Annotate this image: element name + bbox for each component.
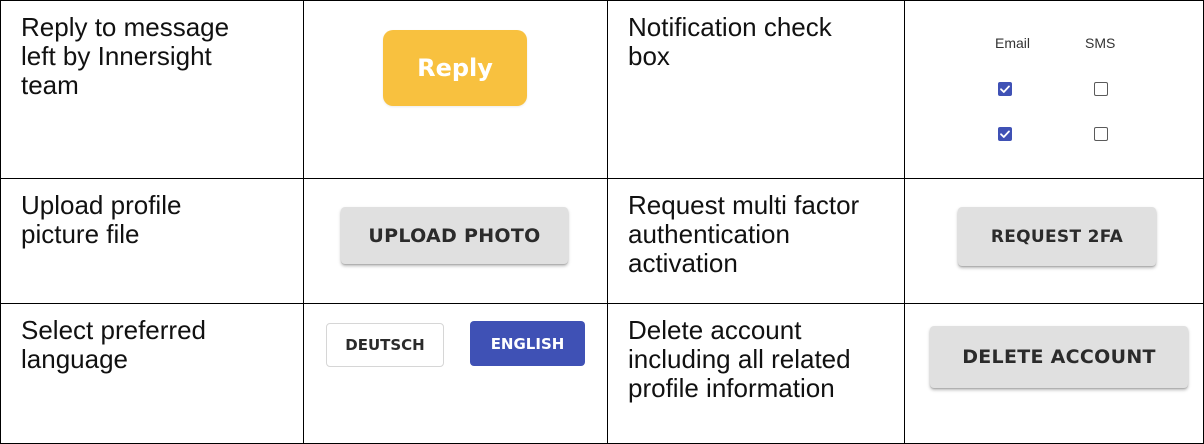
- request-2fa-button[interactable]: REQUEST 2FA: [958, 207, 1156, 266]
- description-line: Delete account: [628, 315, 802, 345]
- ui-cell: Reply: [303, 0, 608, 179]
- sms-checkbox-2[interactable]: [1094, 127, 1108, 141]
- description-line: Notification check: [628, 12, 832, 42]
- checkmark-icon: [1000, 130, 1010, 138]
- language-selector-cell: DEUTSCH ENGLISH: [303, 303, 608, 444]
- table-row: Reply to message left by Innersight team…: [0, 0, 1204, 179]
- description-line: Select preferred: [21, 315, 206, 345]
- description-line: including all related: [628, 344, 851, 374]
- description-line: profile information: [628, 373, 835, 403]
- description-line: authentication: [628, 219, 790, 249]
- upload-photo-button[interactable]: UPLOAD PHOTO: [341, 207, 568, 264]
- description-cell: Select preferred language: [0, 303, 304, 444]
- description-line: picture file: [21, 219, 140, 249]
- ui-cell: UPLOAD PHOTO: [303, 178, 608, 304]
- description-line: Reply to message: [21, 12, 230, 42]
- description-line: Request multi factor: [628, 190, 860, 220]
- language-option-english[interactable]: ENGLISH: [470, 321, 585, 366]
- description-line: left by Innersight: [21, 41, 212, 71]
- reply-button[interactable]: Reply: [383, 30, 527, 106]
- email-column-header: Email: [995, 35, 1031, 51]
- description-line: team: [21, 70, 79, 100]
- checkmark-icon: [1000, 85, 1010, 93]
- delete-account-button[interactable]: DELETE ACCOUNT: [930, 326, 1188, 388]
- table-row: Select preferred language DEUTSCH ENGLIS…: [0, 303, 1204, 444]
- description-line: activation: [628, 248, 738, 278]
- ui-cell: REQUEST 2FA: [904, 178, 1204, 304]
- language-option-deutsch[interactable]: DEUTSCH: [326, 323, 444, 367]
- ui-cell: DELETE ACCOUNT: [904, 303, 1204, 444]
- feature-table: Reply to message left by Innersight team…: [0, 0, 1204, 444]
- sms-column-header: SMS: [1085, 35, 1116, 51]
- notification-checkbox-cell: Email SMS: [904, 0, 1204, 179]
- description-cell: Upload profile picture file: [0, 178, 304, 304]
- description-cell: Delete account including all related pro…: [607, 303, 905, 444]
- description-cell: Reply to message left by Innersight team: [0, 0, 304, 179]
- description-line: Upload profile: [21, 190, 182, 220]
- table-row: Upload profile picture file UPLOAD PHOTO…: [0, 178, 1204, 304]
- description-line: language: [21, 344, 128, 374]
- description-cell: Notification check box: [607, 0, 905, 179]
- email-checkbox-1[interactable]: [998, 82, 1012, 96]
- description-line: box: [628, 41, 670, 71]
- email-checkbox-2[interactable]: [998, 127, 1012, 141]
- sms-checkbox-1[interactable]: [1094, 82, 1108, 96]
- description-cell: Request multi factor authentication acti…: [607, 178, 905, 304]
